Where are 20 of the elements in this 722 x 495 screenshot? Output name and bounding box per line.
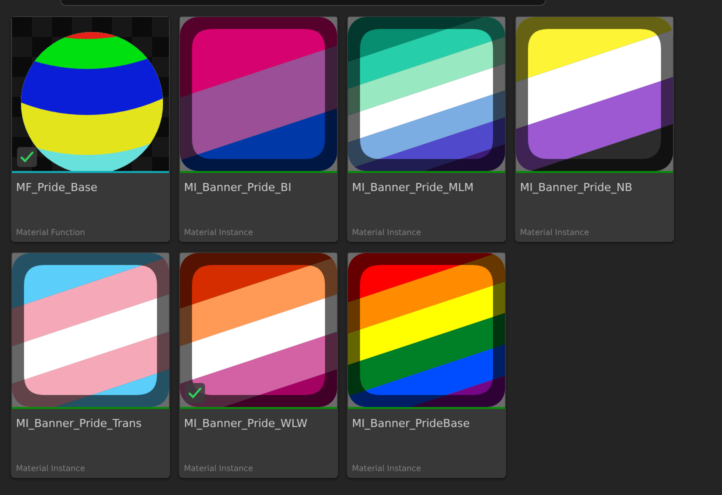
asset-name: MF_Pride_Base bbox=[15, 180, 98, 194]
asset-type: Material Instance bbox=[351, 228, 422, 239]
asset-name: MI_Banner_Pride_NB bbox=[519, 180, 634, 194]
asset-type: Material Instance bbox=[351, 464, 422, 475]
asset-type: Material Instance bbox=[183, 464, 254, 475]
asset-tile[interactable]: MI_Banner_Pride_NB Material Instance bbox=[515, 16, 674, 242]
asset-tile[interactable]: MI_Banner_Pride_WLW Material Instance bbox=[179, 252, 338, 478]
asset-type: Material Instance bbox=[519, 228, 590, 239]
asset-name: MI_Banner_Pride_Trans bbox=[15, 416, 143, 430]
asset-tile[interactable]: MI_Banner_Pride_Trans Material Instance bbox=[11, 252, 170, 478]
asset-type: Material Instance bbox=[183, 228, 254, 239]
asset-name: MI_Banner_Pride_MLM bbox=[351, 180, 475, 194]
search-bar[interactable] bbox=[60, 0, 546, 6]
asset-name: MI_Banner_Pride_WLW bbox=[183, 416, 308, 430]
asset-name: MI_Banner_PrideBase bbox=[351, 416, 471, 430]
asset-tile[interactable]: MI_Banner_PrideBase Material Instance bbox=[347, 252, 506, 478]
asset-type: Material Function bbox=[15, 228, 86, 239]
asset-type: Material Instance bbox=[15, 464, 86, 475]
asset-tile[interactable]: MF_Pride_Base Material Function bbox=[11, 16, 170, 242]
asset-name: MI_Banner_Pride_BI bbox=[183, 180, 292, 194]
